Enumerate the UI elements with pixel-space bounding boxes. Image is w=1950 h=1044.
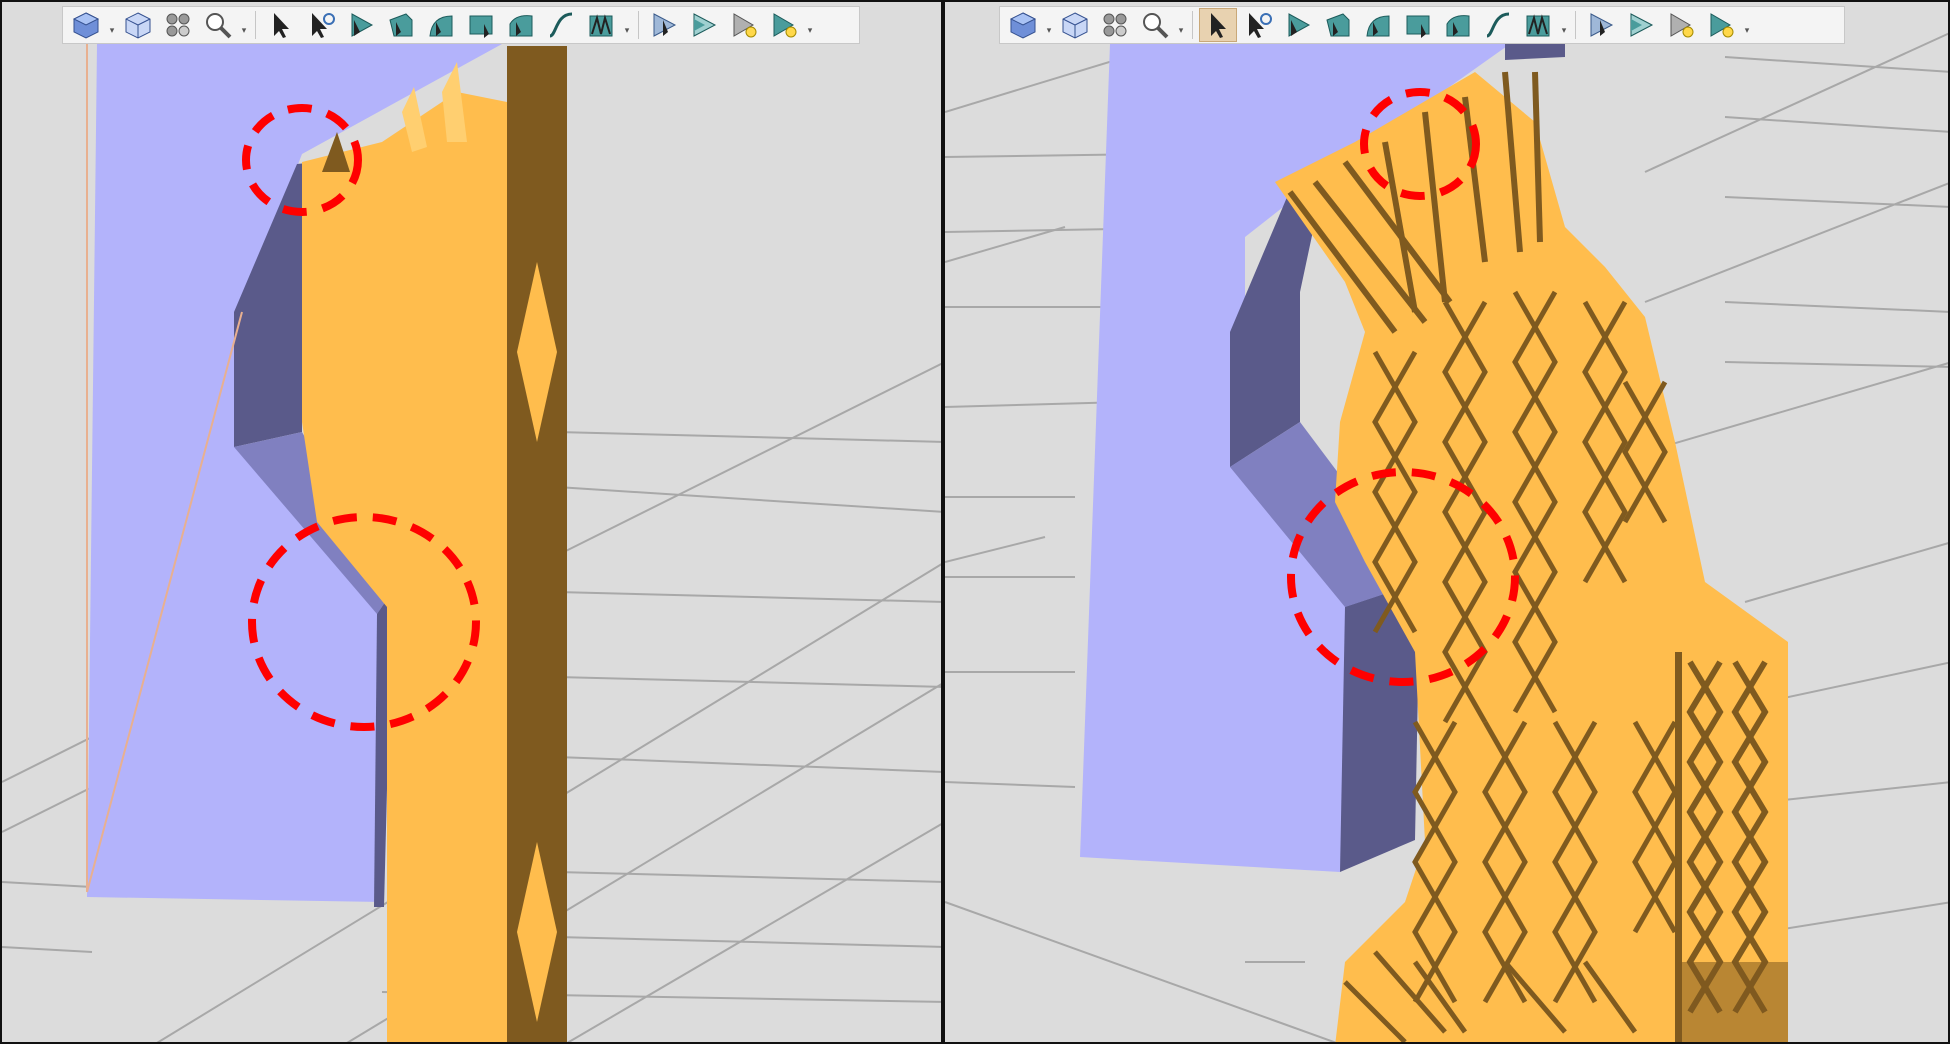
bulb-arrow-button[interactable] (1662, 8, 1700, 42)
lattice-base-shadow (1678, 962, 1788, 1042)
scatter-points-icon (1103, 13, 1127, 37)
arc-support-icon (1446, 15, 1470, 37)
dropdown-arrow-icon[interactable]: ▾ (107, 8, 117, 42)
toolbar-separator (1575, 11, 1576, 39)
bulb-arrow-button[interactable] (725, 8, 763, 42)
curve-support-icon (429, 15, 453, 37)
dropdown-arrow-icon[interactable]: ▾ (1742, 8, 1752, 42)
wireframe-cube-button[interactable] (1056, 8, 1094, 42)
bulb-arrow-green-icon (773, 13, 797, 38)
mesh-support-button[interactable] (582, 8, 620, 42)
line-support-button[interactable] (1319, 8, 1357, 42)
select-arrow-button[interactable] (1582, 8, 1620, 42)
mesh-support-icon (589, 14, 613, 37)
point-support-button[interactable] (342, 8, 380, 42)
block-support-icon (1406, 15, 1430, 38)
arc-support-button[interactable] (502, 8, 540, 42)
play-triangle-button[interactable] (685, 8, 723, 42)
point-support-button[interactable] (1279, 8, 1317, 42)
arc-support-button[interactable] (1439, 8, 1477, 42)
line-support-icon (389, 13, 413, 37)
spline-support-button[interactable] (1479, 8, 1517, 42)
line-support-icon (1326, 13, 1350, 37)
scene-right (945, 32, 1948, 1042)
block-support-button[interactable] (1399, 8, 1437, 42)
scene-left (2, 44, 941, 1042)
solid-cube-button[interactable] (1004, 8, 1042, 42)
wireframe-cube-icon (1062, 12, 1088, 39)
viewport-left[interactable]: ▾ ▾ ▾ ▾ (0, 0, 943, 1044)
magnifier-button[interactable] (1136, 8, 1174, 42)
curve-support-button[interactable] (422, 8, 460, 42)
arc-support-icon (509, 15, 533, 37)
point-support-icon (1288, 13, 1311, 37)
bulb-arrow-icon (1670, 13, 1694, 38)
pointer-arrow-button[interactable] (1199, 8, 1237, 42)
dropdown-arrow-icon[interactable]: ▾ (1044, 8, 1054, 42)
dropdown-arrow-icon[interactable]: ▾ (805, 8, 815, 42)
toolbar-left: ▾ ▾ ▾ ▾ (62, 6, 860, 44)
pointer-rotate-icon (1249, 13, 1272, 38)
pointer-arrow-button[interactable] (262, 8, 300, 42)
bulb-arrow-icon (733, 13, 757, 38)
solid-cube-button[interactable] (67, 8, 105, 42)
magnifier-button[interactable] (199, 8, 237, 42)
pointer-arrow-icon (1211, 13, 1226, 38)
pointer-rotate-button[interactable] (1239, 8, 1277, 42)
line-support-button[interactable] (382, 8, 420, 42)
dropdown-arrow-icon[interactable]: ▾ (1176, 8, 1186, 42)
toolbar-right: ▾ ▾ ▾ ▾ (999, 6, 1845, 44)
spline-support-icon (1486, 12, 1510, 38)
pointer-arrow-icon (274, 13, 289, 38)
pointer-rotate-icon (312, 13, 335, 38)
select-arrow-button[interactable] (645, 8, 683, 42)
mesh-support-button[interactable] (1519, 8, 1557, 42)
dropdown-arrow-icon[interactable]: ▾ (239, 8, 249, 42)
spline-support-icon (549, 12, 573, 38)
wireframe-cube-button[interactable] (119, 8, 157, 42)
dropdown-arrow-icon[interactable]: ▾ (622, 8, 632, 42)
toolbar-separator (638, 11, 639, 39)
magnifier-icon (1143, 13, 1169, 39)
part-top-edge (1505, 44, 1565, 60)
mesh-support-icon (1526, 14, 1550, 37)
viewport-right[interactable]: ▾ ▾ ▾ ▾ (943, 0, 1950, 1044)
comparison-figure: ▾ ▾ ▾ ▾ ▾ ▾ ▾ ▾ (0, 0, 1950, 1044)
magnifier-icon (206, 13, 232, 39)
select-arrow-icon (653, 13, 677, 37)
wireframe-cube-icon (125, 12, 151, 39)
scatter-points-icon (166, 13, 190, 37)
bulb-arrow-green-button[interactable] (1702, 8, 1740, 42)
bulb-arrow-green-button[interactable] (765, 8, 803, 42)
scatter-points-button[interactable] (1096, 8, 1134, 42)
bulb-arrow-green-icon (1710, 13, 1734, 38)
solid-cube-icon (1009, 12, 1037, 39)
play-triangle-button[interactable] (1622, 8, 1660, 42)
play-triangle-icon (1630, 13, 1654, 37)
select-arrow-icon (1590, 13, 1614, 37)
play-triangle-icon (693, 13, 717, 37)
scatter-points-button[interactable] (159, 8, 197, 42)
point-support-icon (351, 13, 374, 37)
toolbar-separator (1192, 11, 1193, 39)
pointer-rotate-button[interactable] (302, 8, 340, 42)
solid-cube-icon (72, 12, 100, 39)
block-support-button[interactable] (462, 8, 500, 42)
curve-support-button[interactable] (1359, 8, 1397, 42)
spline-support-button[interactable] (542, 8, 580, 42)
curve-support-icon (1366, 15, 1390, 37)
toolbar-separator (255, 11, 256, 39)
dropdown-arrow-icon[interactable]: ▾ (1559, 8, 1569, 42)
block-support-icon (469, 15, 493, 38)
